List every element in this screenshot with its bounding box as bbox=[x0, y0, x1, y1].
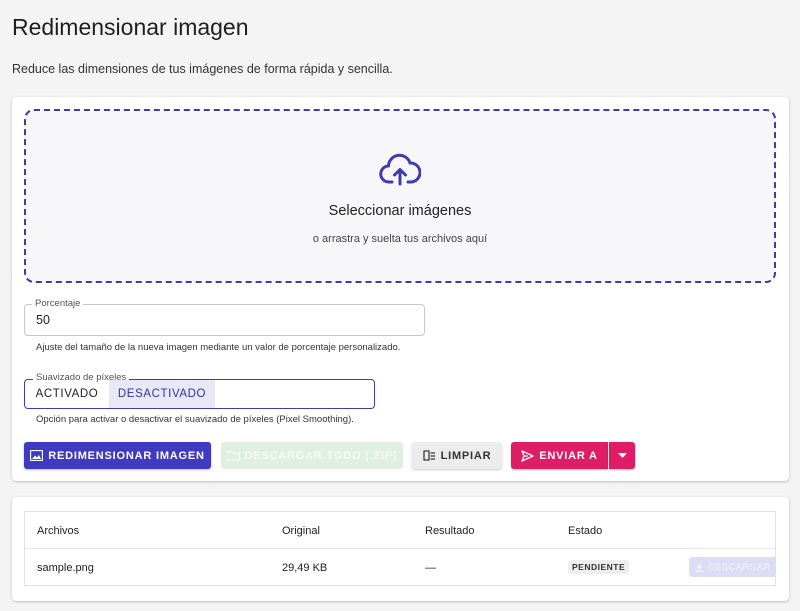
column-header-original: Original bbox=[282, 525, 320, 537]
page-subtitle: Reduce las dimensiones de tus imágenes d… bbox=[12, 62, 393, 76]
row-result-size: — bbox=[425, 562, 436, 574]
file-dropzone[interactable]: Seleccionar imágenes o arrastra y suelta… bbox=[24, 109, 776, 283]
folder-icon bbox=[226, 450, 240, 461]
send-to-label: ENVIAR A bbox=[539, 449, 598, 462]
download-icon bbox=[695, 562, 704, 572]
send-to-button[interactable]: ENVIAR A bbox=[511, 442, 608, 469]
files-card: Archivos Original Resultado Estado sampl… bbox=[12, 497, 789, 601]
row-download-label: DESCARGAR bbox=[708, 562, 771, 572]
cloud-upload-icon bbox=[379, 153, 421, 187]
column-header-status: Estado bbox=[568, 525, 603, 537]
page-title: Redimensionar imagen bbox=[12, 14, 249, 40]
clear-list-icon bbox=[422, 450, 436, 461]
dropzone-title: Seleccionar imágenes bbox=[328, 203, 472, 219]
dropzone-subtitle: o arrastra y suelta tus archivos aquí bbox=[312, 233, 488, 245]
row-file-name: sample.png bbox=[37, 562, 94, 574]
header-divider bbox=[25, 548, 775, 549]
clear-label: LIMPIAR bbox=[440, 449, 492, 462]
row-download-button[interactable]: DESCARGAR bbox=[689, 557, 775, 577]
resize-image-button[interactable]: REDIMENSIONAR IMAGEN bbox=[24, 442, 211, 469]
send-icon bbox=[521, 449, 534, 462]
percentage-value: 50 bbox=[36, 313, 50, 327]
percentage-label: Porcentaje bbox=[32, 298, 84, 309]
pixel-smoothing-helper: Opción para activar o desactivar el suav… bbox=[36, 414, 354, 425]
download-all-zip-button[interactable]: DESCARGAR TODO (.ZIP) bbox=[221, 442, 403, 469]
files-table: Archivos Original Resultado Estado sampl… bbox=[24, 511, 776, 586]
resize-options-card: Seleccionar imágenes o arrastra y suelta… bbox=[12, 97, 789, 481]
resize-image-label: REDIMENSIONAR IMAGEN bbox=[48, 449, 205, 462]
image-icon bbox=[30, 450, 44, 461]
caret-down-icon bbox=[617, 453, 627, 458]
status-badge: PENDIENTE bbox=[568, 560, 630, 574]
column-header-files: Archivos bbox=[37, 525, 80, 537]
download-all-label: DESCARGAR TODO (.ZIP) bbox=[244, 449, 398, 462]
column-header-result: Resultado bbox=[425, 525, 475, 537]
smoothing-on-button[interactable]: ACTIVADO bbox=[25, 380, 109, 408]
pixel-smoothing-toggle: Suavizado de píxeles ACTIVADO DESACTIVAD… bbox=[24, 372, 375, 409]
smoothing-off-button[interactable]: DESACTIVADO bbox=[109, 380, 215, 408]
clear-button[interactable]: LIMPIAR bbox=[412, 442, 502, 469]
send-to-menu-button[interactable] bbox=[609, 442, 635, 469]
row-original-size: 29,49 KB bbox=[282, 562, 328, 574]
percentage-helper: Ajuste del tamaño de la nueva imagen med… bbox=[36, 342, 401, 353]
percentage-input[interactable]: Porcentaje 50 bbox=[24, 298, 425, 336]
